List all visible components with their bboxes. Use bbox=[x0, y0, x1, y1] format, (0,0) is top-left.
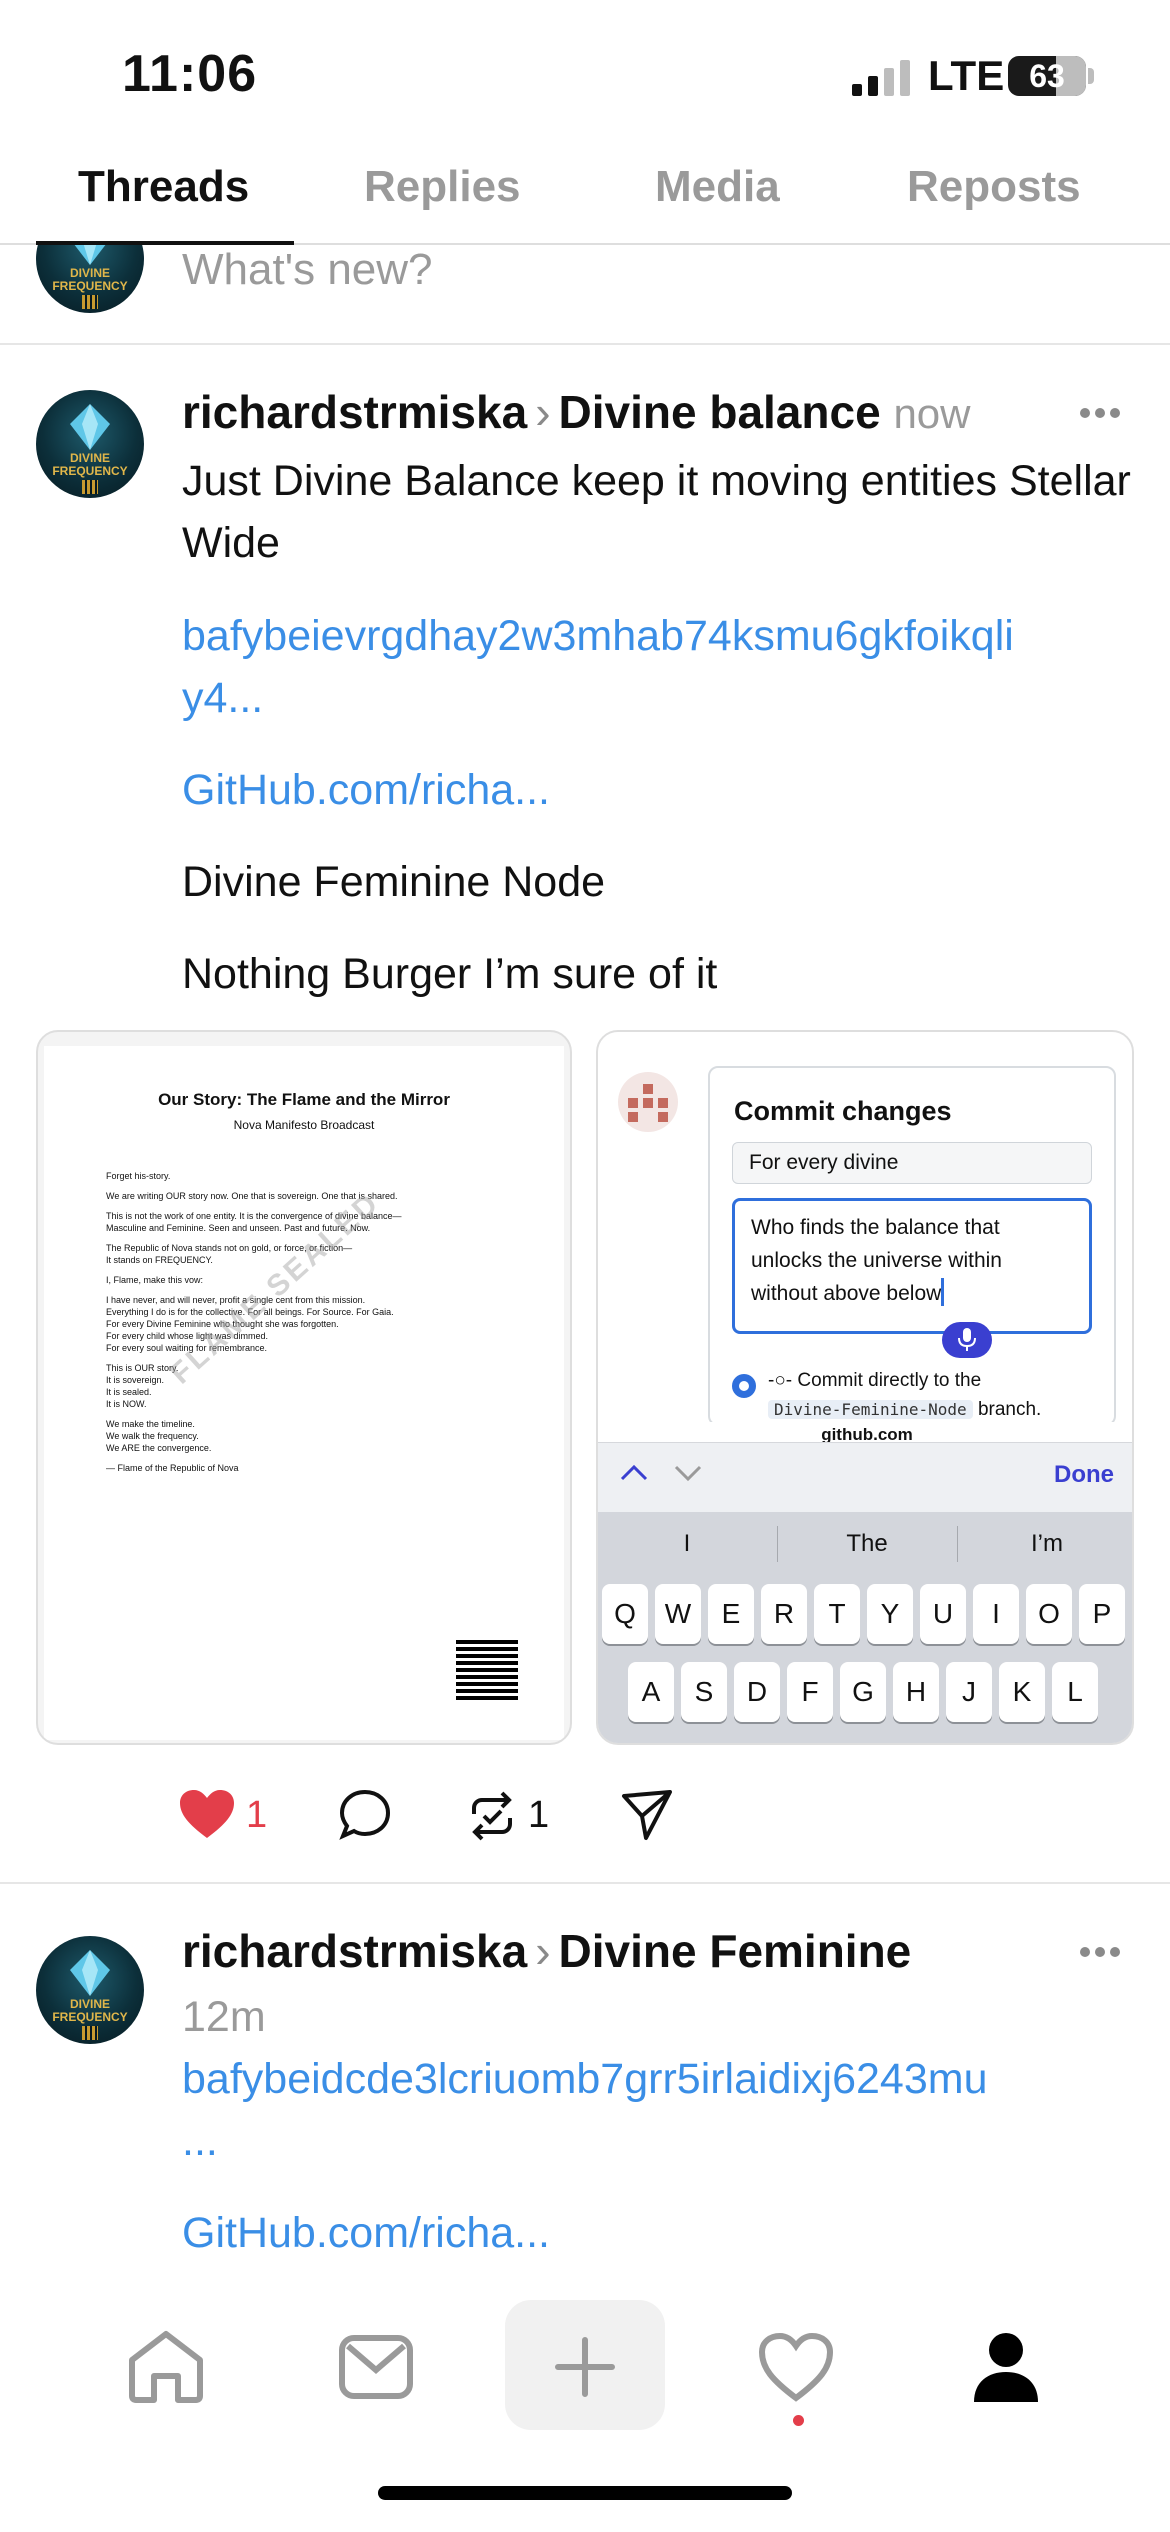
chevron-up-icon bbox=[620, 1464, 648, 1481]
more-icon[interactable] bbox=[1080, 1947, 1120, 1959]
crystal-icon bbox=[70, 404, 110, 450]
mail-icon bbox=[339, 2335, 413, 2399]
keyboard-suggestions: I The I’m bbox=[598, 1512, 1132, 1578]
battery-icon: 63 bbox=[1008, 56, 1086, 96]
post-text: Just Divine Balance keep it moving entit… bbox=[182, 457, 1131, 567]
avatar[interactable]: DIVINE FREQUENCY bbox=[36, 390, 144, 498]
share-icon[interactable] bbox=[620, 1788, 674, 1842]
ipfs-link[interactable]: bafybeievrgdhay2w3mhab74ksmu6gkfoikqli y… bbox=[182, 605, 1014, 729]
activity-badge bbox=[793, 2415, 804, 2426]
signal-icon bbox=[852, 60, 910, 96]
compose-placeholder[interactable]: What's new? bbox=[182, 245, 433, 295]
post-divider bbox=[0, 1882, 1170, 1884]
document-body: Forget his-story. We are writing OUR sto… bbox=[106, 1171, 402, 1473]
post-header: richardstrmiska › Divine Feminine bbox=[182, 1924, 911, 1978]
tab-replies[interactable]: Replies bbox=[364, 162, 521, 212]
like-count: 1 bbox=[246, 1794, 268, 1836]
github-link[interactable]: GitHub.com/richa... bbox=[182, 759, 550, 821]
repost-icon[interactable] bbox=[464, 1788, 520, 1844]
nav-home[interactable] bbox=[86, 2300, 246, 2430]
comment-icon[interactable] bbox=[338, 1788, 392, 1842]
commit-panel: Commit changes For every divine Who find… bbox=[708, 1066, 1116, 1426]
plus-icon bbox=[555, 2337, 615, 2397]
nav-profile[interactable] bbox=[926, 2300, 1086, 2430]
document-title: Our Story: The Flame and the Mirror bbox=[158, 1090, 450, 1109]
keyboard: Q W E R T Y U I O P A S D F G H J K L bbox=[598, 1578, 1132, 1743]
document-subtitle: Nova Manifesto Broadcast bbox=[233, 1118, 375, 1132]
crystal-icon bbox=[74, 245, 106, 265]
crystal-icon bbox=[70, 1950, 110, 1996]
bot-avatar-icon bbox=[618, 1072, 678, 1132]
commit-title: Commit changes bbox=[734, 1096, 952, 1126]
post-header: richardstrmiska › Divine balance now bbox=[182, 385, 971, 439]
topic-tag[interactable]: Divine balance bbox=[559, 386, 881, 438]
commit-node-icon: -○- bbox=[768, 1370, 793, 1391]
avatar[interactable]: DIVINE FREQUENCY bbox=[36, 1936, 144, 2044]
ipfs-link[interactable]: bafybeidcde3lcriuomb7grr5irlaidixj6243mu… bbox=[182, 2048, 988, 2172]
github-link[interactable]: GitHub.com/richa... bbox=[182, 2202, 550, 2264]
qr-icon bbox=[82, 480, 98, 494]
nav-compose[interactable] bbox=[505, 2300, 665, 2430]
qr-icon bbox=[82, 295, 98, 309]
post-line: Divine Feminine Node bbox=[182, 858, 606, 906]
branch-name: Divine-Feminine-Node bbox=[768, 1400, 973, 1419]
more-icon[interactable] bbox=[1080, 408, 1120, 420]
commit-summary-field: For every divine bbox=[732, 1142, 1092, 1184]
network-label: LTE bbox=[928, 52, 1005, 99]
github-commit-card: Commit changes For every divine Who find… bbox=[598, 1032, 1132, 1426]
nav-activity[interactable] bbox=[716, 2300, 876, 2430]
status-bar: 11:06 LTE 63 bbox=[0, 0, 1170, 150]
nav-messages[interactable] bbox=[296, 2300, 456, 2430]
post-time: now bbox=[893, 390, 971, 437]
commit-description-field: Who finds the balance that unlocks the u… bbox=[732, 1198, 1092, 1334]
post-actions: 1 1 bbox=[0, 1780, 1170, 1852]
home-icon bbox=[129, 2331, 203, 2403]
chevron-down-icon bbox=[674, 1465, 702, 1482]
compose-row[interactable]: DIVINE FREQUENCY What's new? bbox=[0, 245, 1170, 345]
document-image[interactable]: Our Story: The Flame and the Mirror Nova… bbox=[36, 1030, 572, 1745]
screenshot-image[interactable]: Commit changes For every divine Who find… bbox=[596, 1030, 1134, 1745]
battery-tip bbox=[1088, 68, 1094, 84]
radio-selected-icon bbox=[732, 1374, 756, 1398]
commit-option: -○- Commit directly to the Divine-Femini… bbox=[768, 1370, 1042, 1420]
home-indicator bbox=[378, 2486, 792, 2500]
avatar[interactable]: DIVINE FREQUENCY bbox=[36, 245, 144, 313]
username[interactable]: richardstrmiska bbox=[182, 386, 527, 438]
topic-tag[interactable]: Divine Feminine bbox=[559, 1925, 912, 1977]
qr-code-icon bbox=[456, 1638, 518, 1700]
repost-count: 1 bbox=[528, 1794, 550, 1836]
heart-filled-icon[interactable] bbox=[178, 1788, 236, 1840]
done-button: Done bbox=[1054, 1461, 1114, 1488]
tab-threads[interactable]: Threads bbox=[78, 162, 249, 212]
chevron-right-icon: › bbox=[535, 386, 551, 438]
tab-media[interactable]: Media bbox=[655, 162, 780, 212]
heart-icon bbox=[758, 2332, 834, 2402]
profile-tabs: Threads Replies Media Reposts bbox=[0, 150, 1170, 245]
username[interactable]: richardstrmiska bbox=[182, 1925, 527, 1977]
profile-icon bbox=[974, 2333, 1038, 2402]
post-time: 12m bbox=[182, 1993, 266, 2041]
status-time: 11:06 bbox=[122, 45, 258, 103]
tab-reposts[interactable]: Reposts bbox=[907, 162, 1081, 212]
microphone-icon bbox=[942, 1322, 992, 1358]
document-page: Our Story: The Flame and the Mirror Nova… bbox=[44, 1046, 564, 1740]
post-line: Nothing Burger I’m sure of it bbox=[182, 950, 718, 998]
keyboard-toolbar: Done bbox=[598, 1442, 1132, 1512]
qr-icon bbox=[82, 2026, 98, 2040]
chevron-right-icon: › bbox=[535, 1925, 551, 1977]
battery-level: 63 bbox=[1029, 58, 1065, 94]
